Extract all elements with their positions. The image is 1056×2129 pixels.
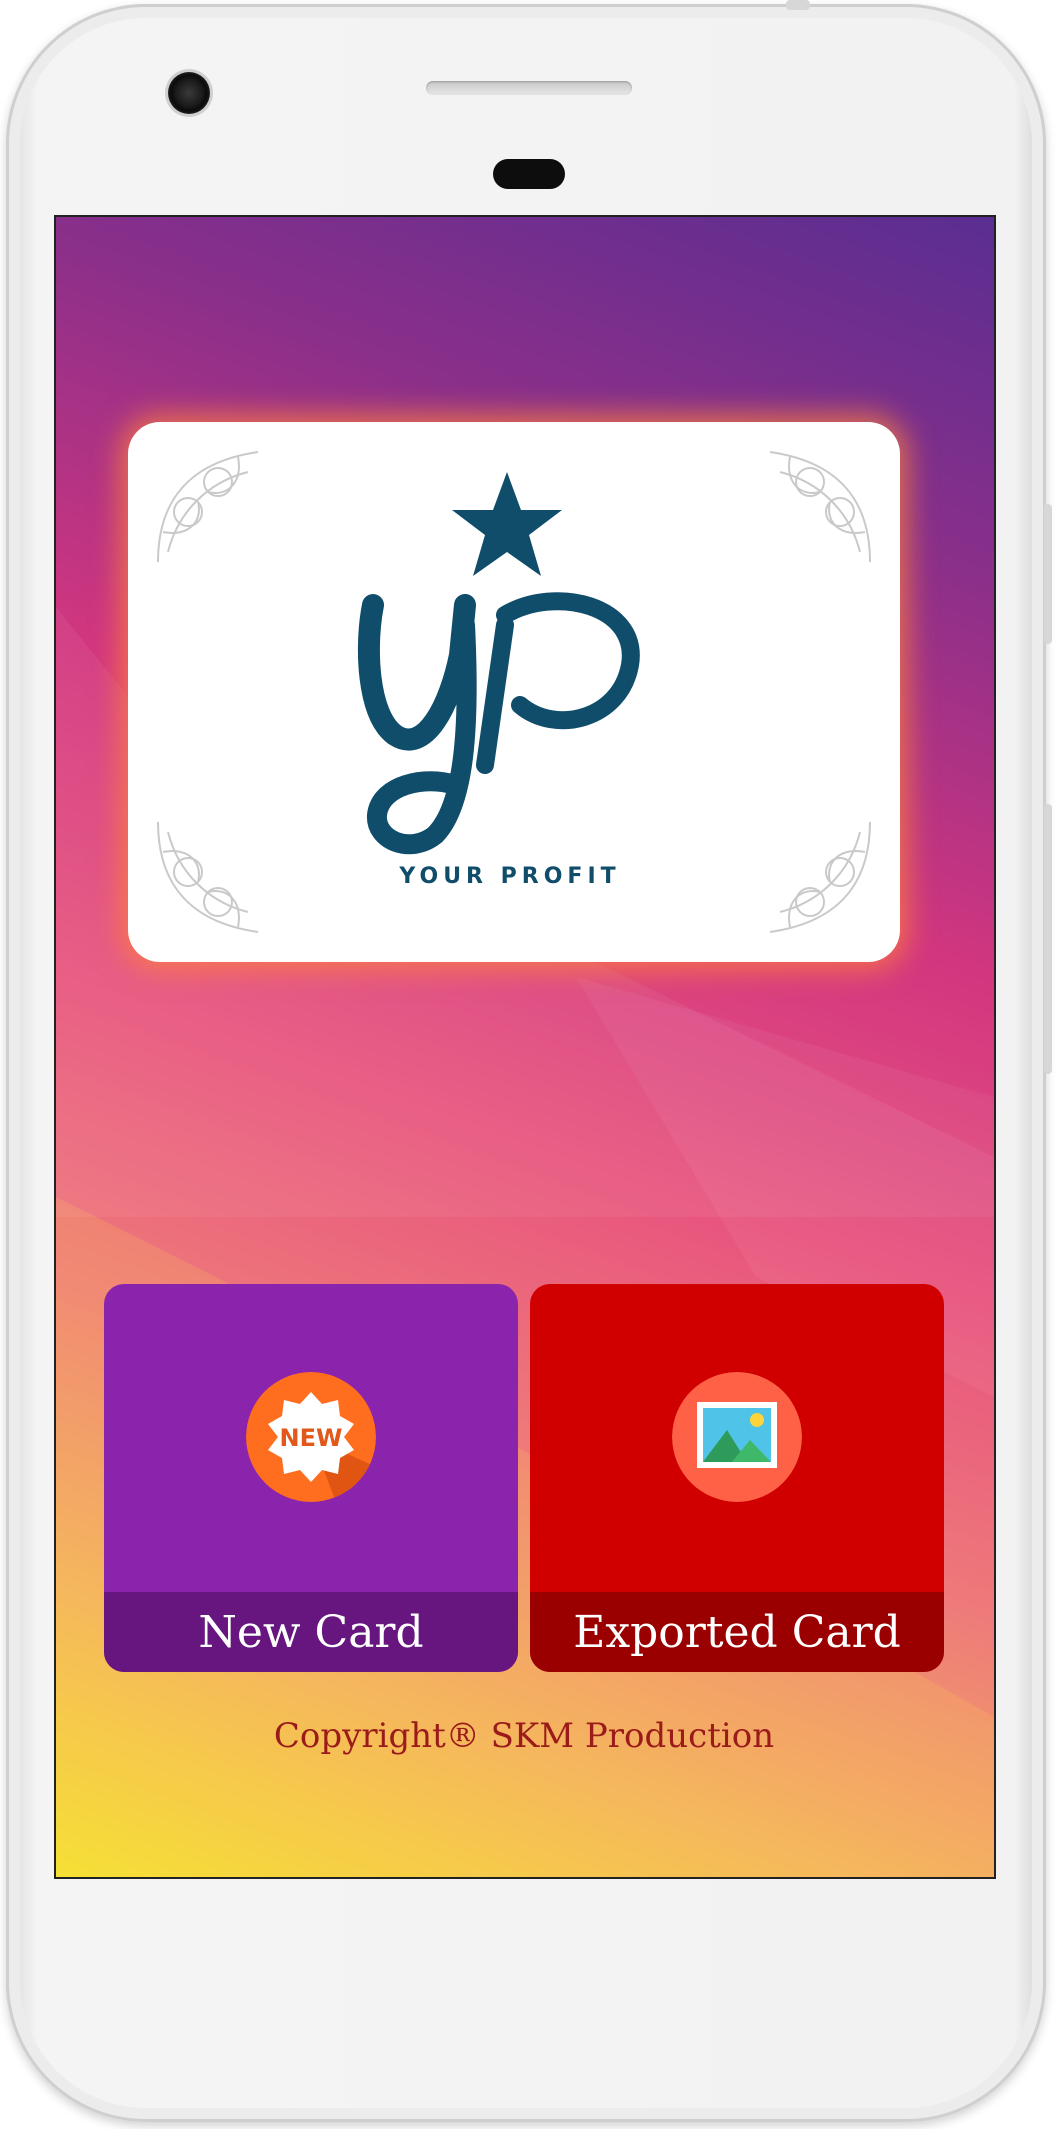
power-button [1044,504,1052,644]
star-icon [452,472,562,576]
exported-card-button[interactable]: Exported Card [530,1284,944,1672]
corner-ornament-icon [769,451,871,563]
new-card-button[interactable]: NEW New Card [104,1284,518,1672]
logo-tagline: YOUR PROFIT [399,864,621,889]
new-badge-icon: NEW [246,1372,376,1502]
proximity-sensor [493,159,565,189]
earpiece-speaker [426,81,632,95]
new-card-label: New Card [104,1592,518,1672]
corner-ornament-icon [157,451,259,563]
image-gallery-icon [672,1372,802,1502]
front-camera [168,72,210,114]
svg-text:NEW: NEW [280,1424,343,1452]
corner-ornament-icon [157,821,259,933]
yp-monogram-logo [357,592,640,855]
volume-button [1044,804,1052,1074]
top-button [786,0,810,10]
corner-ornament-icon [769,821,871,933]
copyright-text: Copyright® SKM Production [273,1716,775,1756]
exported-card-label: Exported Card [530,1592,944,1672]
